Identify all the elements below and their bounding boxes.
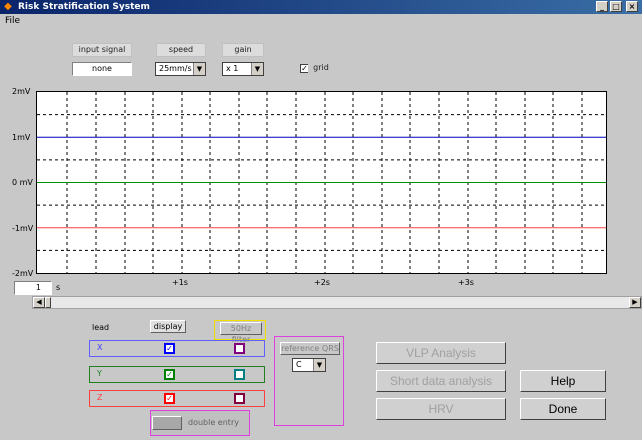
chevron-down-icon: ▼ <box>251 63 263 75</box>
maximize-button[interactable]: □ <box>610 1 622 12</box>
bottom-label: double entry <box>188 418 239 427</box>
x-tick-label: +1s <box>172 278 188 287</box>
scroll-left-icon[interactable]: ◀ <box>33 297 45 308</box>
time-scrollbar[interactable]: ◀ ▶ <box>32 296 642 309</box>
y-tick-label: 1mV <box>12 133 31 142</box>
display-header: display <box>150 320 186 333</box>
y-tick-label: -1mV <box>12 224 34 233</box>
lead-name-y: Y <box>97 369 102 378</box>
chevron-down-icon: ▼ <box>193 63 205 75</box>
chevron-down-icon: ▼ <box>313 359 325 371</box>
display-checkbox-x[interactable]: ✓ <box>164 343 175 354</box>
display-checkbox-z[interactable]: ✓ <box>164 393 175 404</box>
filter-header-button[interactable]: 50Hz filter <box>220 322 262 344</box>
lead-header: lead <box>92 323 110 332</box>
help-button[interactable]: Help <box>520 370 606 392</box>
gain-value: x 1 <box>226 64 239 73</box>
plot-canvas <box>37 92 606 273</box>
matlab-logo-icon: ◆ <box>4 1 12 12</box>
menu-bar: File <box>0 14 642 28</box>
filter-checkbox-z[interactable] <box>234 393 245 404</box>
title-bar: ◆ Risk Stratification System _ □ × <box>0 0 642 14</box>
scroll-right-icon[interactable]: ▶ <box>629 297 641 308</box>
close-button[interactable]: × <box>626 1 638 12</box>
menu-file[interactable]: File <box>5 16 20 26</box>
y-tick-label: 2mV <box>12 87 31 96</box>
x-tick-label: +3s <box>458 278 474 287</box>
display-checkbox-y[interactable]: ✓ <box>164 369 175 380</box>
gain-label: gain <box>222 43 264 57</box>
lead-name-z: Z <box>97 393 103 402</box>
filter-checkbox-y[interactable] <box>234 369 245 380</box>
bottom-toggle-button[interactable] <box>152 416 182 430</box>
y-tick-label: -2mV <box>12 269 34 278</box>
grid-label: grid <box>308 62 334 76</box>
y-tick-label: 0 mV <box>12 178 33 187</box>
x-tick-label: +2s <box>314 278 330 287</box>
short-data-analysis-button[interactable]: Short data analysis <box>376 370 506 392</box>
reference-qrs-button[interactable]: reference QRS <box>280 342 340 355</box>
speed-label: speed <box>156 43 206 57</box>
done-button[interactable]: Done <box>520 398 606 420</box>
lead-name-x: X <box>97 343 103 352</box>
window-title: Risk Stratification System <box>18 2 150 12</box>
input-signal-field[interactable]: none <box>72 62 132 76</box>
main-window: ◆ Risk Stratification System _ □ × File … <box>0 0 642 440</box>
window-seconds-field[interactable]: 1 <box>14 281 52 295</box>
vlp-analysis-button[interactable]: VLP Analysis <box>376 342 506 364</box>
filter-checkbox-x[interactable] <box>234 343 245 354</box>
scroll-thumb[interactable] <box>45 297 51 308</box>
gain-select[interactable]: x 1 ▼ <box>222 62 264 76</box>
speed-select[interactable]: 25mm/s ▼ <box>155 62 206 76</box>
reference-qrs-select[interactable]: C ▼ <box>292 358 326 372</box>
input-signal-label: input signal <box>72 43 132 57</box>
speed-value: 25mm/s <box>159 64 192 73</box>
seconds-unit-label: s <box>56 283 61 292</box>
ecg-plot <box>36 91 607 274</box>
minimize-button[interactable]: _ <box>596 1 608 12</box>
reference-qrs-value: C <box>296 360 302 369</box>
hrv-button[interactable]: HRV <box>376 398 506 420</box>
